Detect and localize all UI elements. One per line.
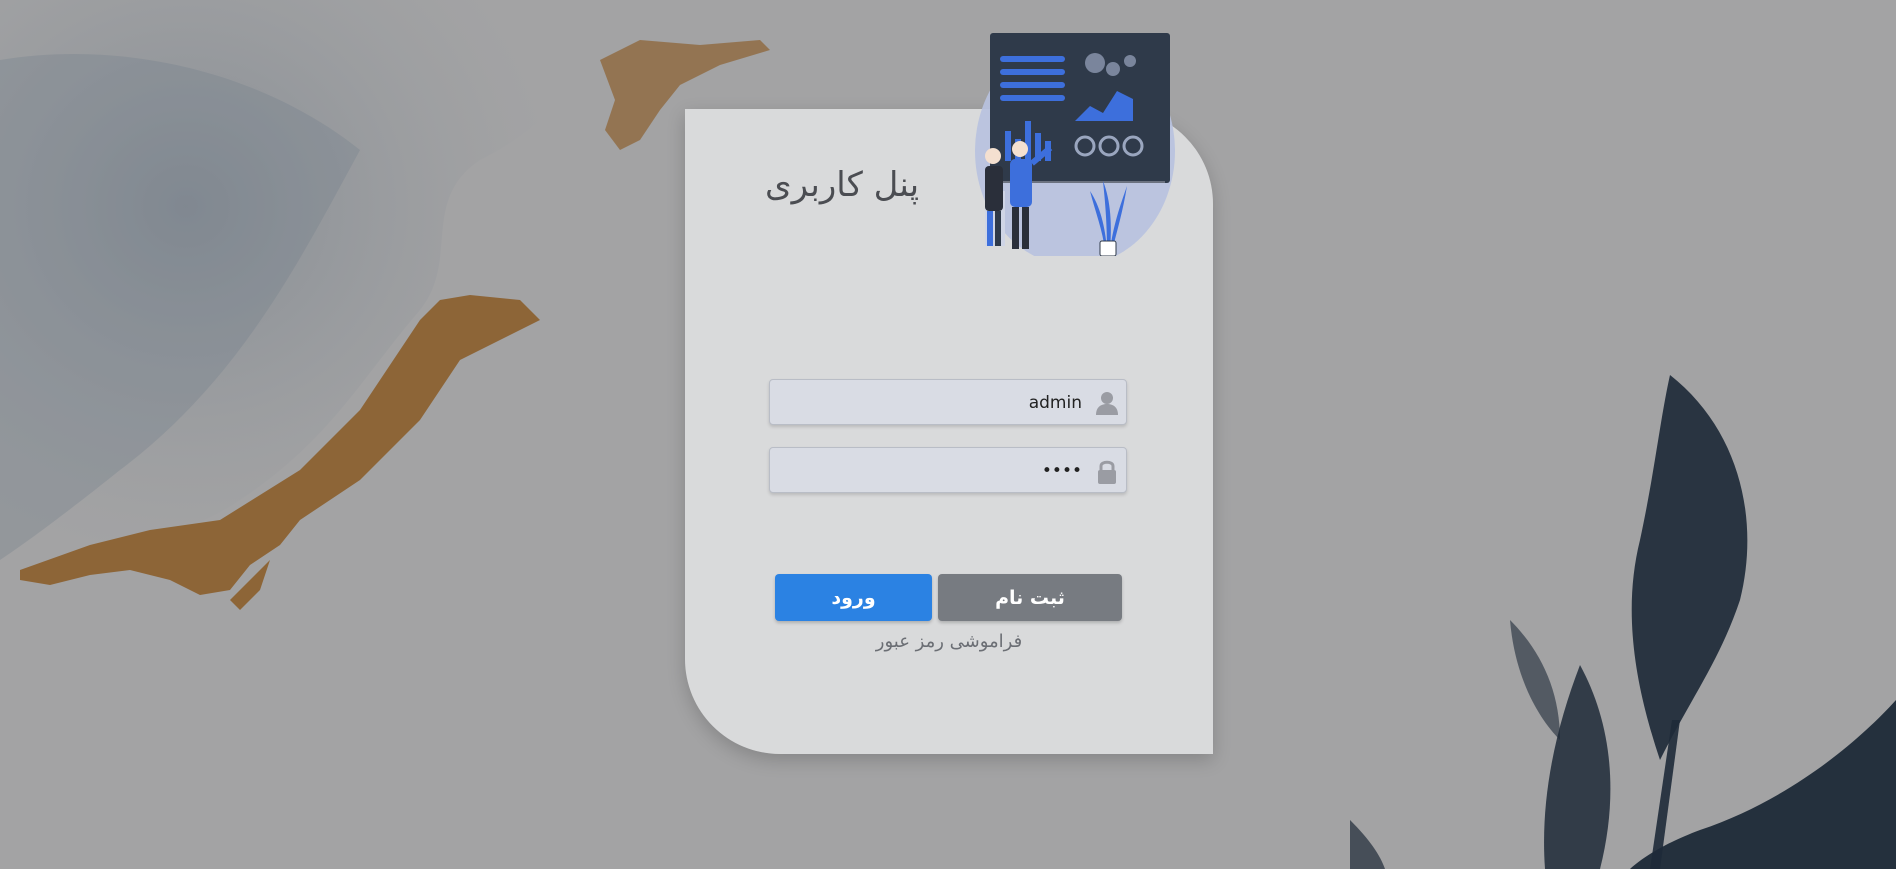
login-button[interactable]: ورود <box>775 574 932 621</box>
leaf-decoration <box>1350 375 1896 869</box>
user-icon <box>1096 392 1118 415</box>
login-card: پنل کاربری admin ورود ثبت نام فراموشی رم… <box>685 33 1213 754</box>
username-input[interactable] <box>780 380 1084 426</box>
lock-icon <box>1098 460 1116 484</box>
password-input[interactable] <box>780 448 1084 494</box>
register-button[interactable]: ثبت نام <box>938 574 1122 621</box>
page-title: پنل کاربری <box>765 165 920 205</box>
password-field[interactable] <box>769 447 1127 494</box>
forgot-password-link[interactable]: فراموشی رمز عبور <box>685 631 1213 652</box>
username-field[interactable] <box>769 379 1127 426</box>
dashboard-illustration <box>975 33 1175 256</box>
